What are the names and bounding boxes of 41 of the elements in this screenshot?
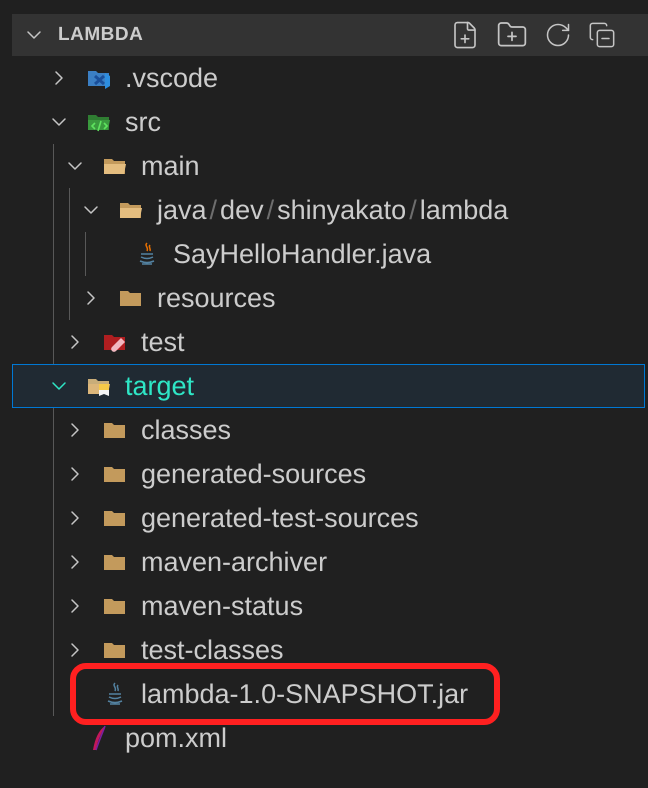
folder-name: java [157,194,207,226]
folder-name: generated-test-sources [141,502,419,534]
file-name: SayHelloHandler.java [173,238,432,270]
section-title: LAMBDA [58,24,144,46]
folder-row[interactable]: main [12,144,645,188]
folder-row[interactable]: target [12,364,645,408]
folder-row[interactable]: java/dev/shinyakato/lambda [12,188,645,232]
collapse-all-button[interactable] [588,21,616,49]
file-row[interactable]: pom.xml [12,716,645,760]
folder-name: src [125,106,161,138]
folder-row[interactable]: src [12,100,645,144]
refresh-button[interactable] [544,21,572,49]
folder-name: maven-status [141,590,304,622]
folder-name: shinyakato [277,194,406,226]
path-separator: / [266,194,274,226]
folder-name: generated-sources [141,458,366,490]
folder-name: .vscode [125,62,218,94]
folder-row[interactable]: maven-status [12,584,645,628]
folder-name: lambda [420,194,508,226]
folder-name: target [125,370,194,402]
folder-row[interactable]: maven-archiver [12,540,645,584]
folder-name: test [141,326,185,358]
folder-row[interactable]: test [12,320,645,364]
file-name: lambda-1.0-SNAPSHOT.jar [141,678,468,710]
folder-row[interactable]: test-classes [12,628,645,672]
folder-row[interactable]: generated-sources [12,452,645,496]
path-separator: / [409,194,417,226]
folder-row[interactable]: resources [12,276,645,320]
file-row[interactable]: lambda-1.0-SNAPSHOT.jar [12,672,645,716]
file-name: pom.xml [125,722,228,754]
file-row[interactable]: SayHelloHandler.java [12,232,645,276]
folder-name: test-classes [141,634,284,666]
folder-name: main [141,150,200,182]
folder-name: maven-archiver [141,546,328,578]
folder-row[interactable]: classes [12,408,645,452]
folder-row[interactable]: .vscode [12,56,645,100]
folder-name: resources [157,282,276,314]
folder-name: dev [220,194,264,226]
path-separator: / [210,194,218,226]
folder-name: classes [141,414,232,446]
folder-row[interactable]: generated-test-sources [12,496,645,540]
